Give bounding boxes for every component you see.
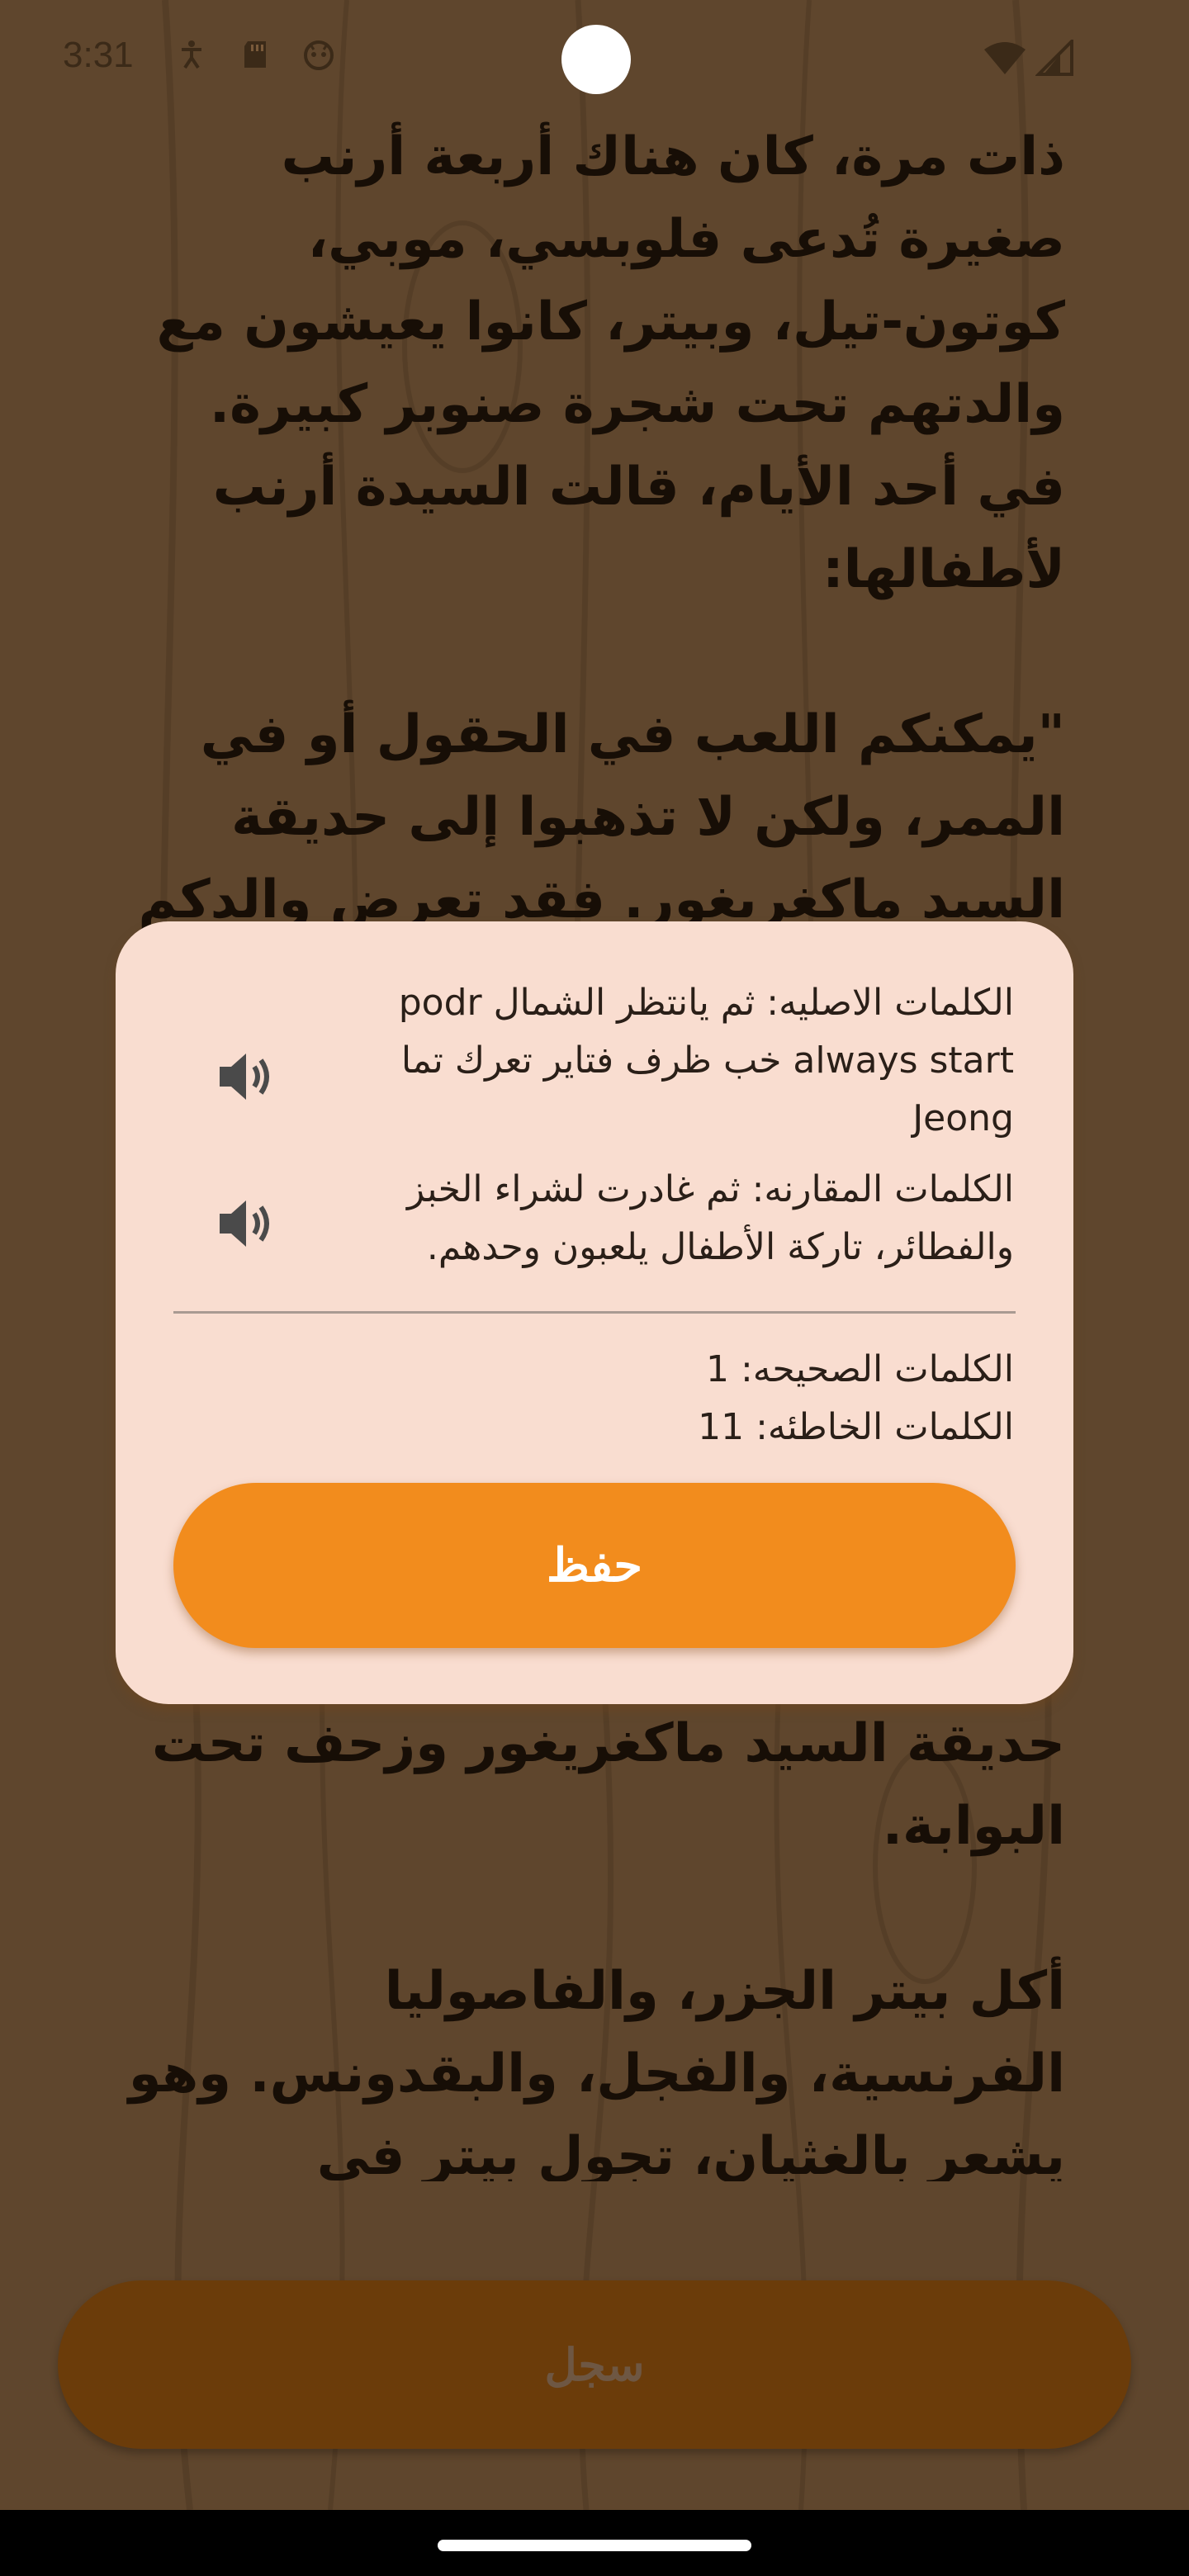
- app-screen: ذات مرة، كان هناك أربعة أرنب صغيرة تُدعى…: [0, 0, 1189, 2576]
- wifi-icon: [984, 42, 1026, 74]
- status-bar: 3:31: [0, 0, 1189, 124]
- save-button-label: حفظ: [546, 1539, 643, 1591]
- status-time: 3:31: [63, 35, 134, 75]
- save-button[interactable]: حفظ: [173, 1483, 1016, 1648]
- original-words-text: الكلمات الاصليه: ثم يانتظر الشمال podr a…: [398, 982, 1014, 1139]
- sd-card-icon: [244, 41, 266, 68]
- accessibility-icon: [182, 40, 201, 69]
- cell-signal-icon: [1035, 40, 1073, 76]
- app-notification-icon: [304, 40, 334, 70]
- wrong-words-count: الكلمات الخاطئه: 11: [698, 1406, 1014, 1448]
- result-dialog: الكلمات الاصليه: ثم يانتظر الشمال podr a…: [116, 921, 1073, 1704]
- speaker-icon[interactable]: [213, 1044, 279, 1110]
- speaker-icon[interactable]: [213, 1191, 279, 1257]
- compared-words-text: الكلمات المقارنه: ثم غادرت لشراء الخبز و…: [407, 1168, 1014, 1268]
- camera-cutout: [561, 25, 631, 94]
- divider: [173, 1311, 1016, 1314]
- home-gesture-handle[interactable]: [438, 2540, 751, 2551]
- correct-words-count: الكلمات الصحيحه: 1: [705, 1348, 1014, 1390]
